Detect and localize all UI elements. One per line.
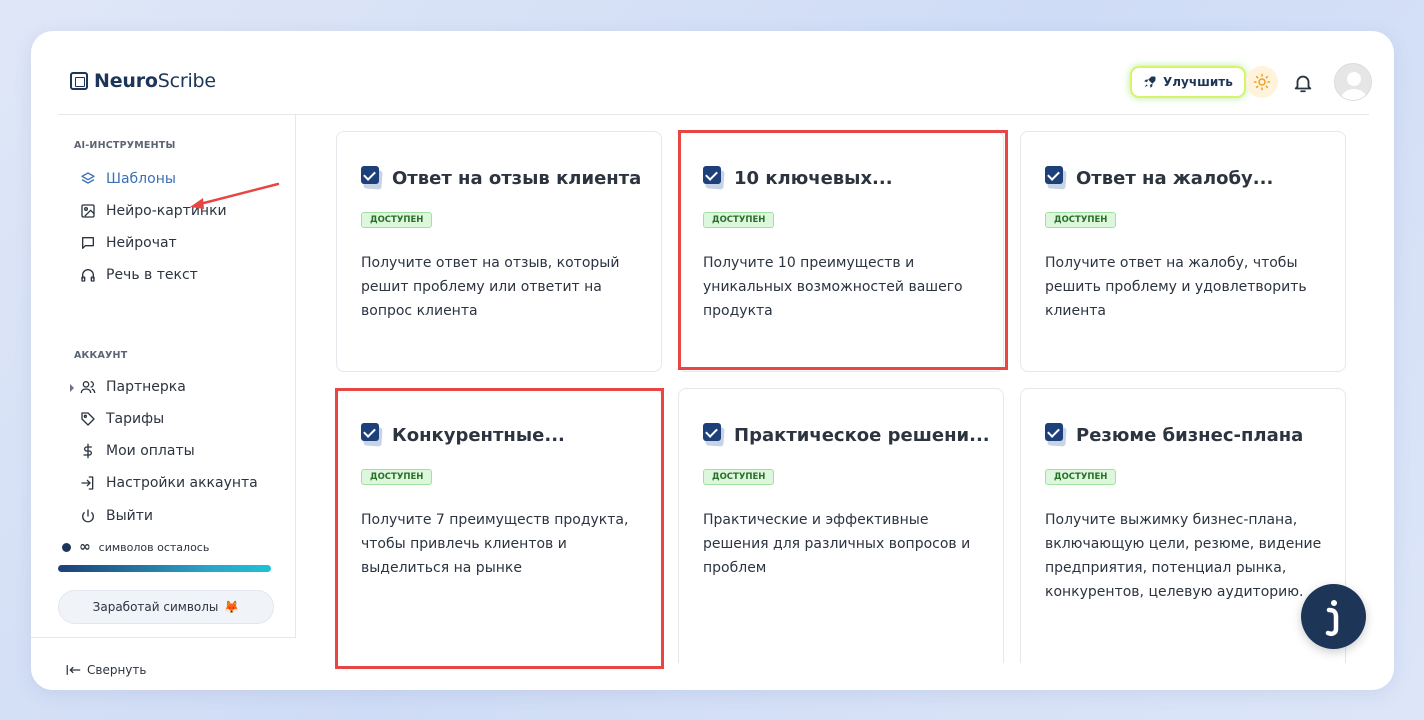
card-title: 10 ключевых... bbox=[734, 167, 893, 189]
credits-progress-bar bbox=[58, 565, 271, 572]
user-avatar-icon bbox=[1340, 72, 1368, 100]
power-icon bbox=[82, 509, 94, 523]
templates-grid: Ответ на отзыв клиента ДОСТУПЕН Получите… bbox=[297, 115, 1369, 663]
chat-assistant-button[interactable] bbox=[1301, 584, 1366, 649]
template-card[interactable]: Ответ на жалобу... ДОСТУПЕН Получите отв… bbox=[1020, 131, 1346, 372]
status-badge: ДОСТУПЕН bbox=[1045, 469, 1117, 485]
status-badge: ДОСТУПЕН bbox=[361, 212, 433, 228]
template-card[interactable]: 10 ключевых... ДОСТУПЕН Получите 10 преи… bbox=[678, 131, 1004, 372]
checkbox-icon bbox=[703, 423, 725, 447]
sidebar-item-neurochat[interactable]: Нейрочат bbox=[80, 235, 177, 251]
credits-remaining: ∞ символов осталось bbox=[62, 539, 209, 555]
sidebar-item-neuro-images[interactable]: Нейро-картинки bbox=[80, 203, 227, 219]
status-badge: ДОСТУПЕН bbox=[703, 212, 775, 228]
login-icon bbox=[81, 476, 94, 490]
avatar[interactable] bbox=[1334, 63, 1372, 101]
sidebar-item-payments[interactable]: Мои оплаты bbox=[80, 443, 195, 459]
headphones-icon bbox=[81, 269, 95, 282]
sidebar-item-account-settings[interactable]: Настройки аккаунта bbox=[80, 475, 258, 491]
sidebar-item-speech-to-text[interactable]: Речь в текст bbox=[80, 267, 198, 283]
card-title: Конкурентные... bbox=[392, 424, 565, 446]
card-description: Получите 7 преимуществ продукта, чтобы п… bbox=[361, 512, 629, 576]
app-window: NeuroScribe Улучшить AI-ИНСТРУМЕНТЫ Шабл… bbox=[31, 31, 1394, 690]
sun-icon bbox=[1253, 73, 1271, 91]
upgrade-button[interactable]: Улучшить bbox=[1130, 66, 1246, 98]
chat-icon bbox=[82, 237, 94, 249]
card-description: Получите выжимку бизнес-плана, включающу… bbox=[1045, 512, 1322, 600]
checkbox-icon bbox=[361, 166, 383, 190]
checkbox-icon bbox=[1045, 166, 1067, 190]
earn-credits-button[interactable]: Заработай символы 🦊 bbox=[58, 590, 274, 624]
sidebar-footer: Свернуть bbox=[31, 637, 296, 690]
theme-toggle-button[interactable] bbox=[1246, 66, 1278, 98]
checkbox-icon bbox=[361, 423, 383, 447]
card-description: Получите 10 преимуществ и уникальных воз… bbox=[703, 255, 963, 319]
sidebar-item-label: Нейрочат bbox=[106, 235, 177, 251]
sidebar-item-label: Выйти bbox=[106, 508, 154, 524]
sidebar-item-label: Шаблоны bbox=[106, 171, 176, 187]
top-header: NeuroScribe Улучшить bbox=[58, 31, 1372, 115]
sidebar-item-logout[interactable]: Выйти bbox=[80, 508, 153, 524]
checkbox-icon bbox=[1045, 423, 1067, 447]
card-description: Практические и эффективные решения для р… bbox=[703, 512, 971, 576]
template-card[interactable]: Ответ на отзыв клиента ДОСТУПЕН Получите… bbox=[336, 131, 662, 372]
section-label-tools: AI-ИНСТРУМЕНТЫ bbox=[74, 140, 176, 151]
expand-caret-icon[interactable] bbox=[70, 384, 74, 392]
sidebar-item-tariffs[interactable]: Тарифы bbox=[80, 411, 164, 427]
card-title: Практическое решени... bbox=[734, 424, 990, 446]
bell-icon[interactable] bbox=[1292, 71, 1314, 95]
upgrade-label: Улучшить bbox=[1163, 75, 1233, 89]
template-card[interactable]: Конкурентные... ДОСТУПЕН Получите 7 преи… bbox=[336, 388, 662, 663]
image-icon bbox=[81, 204, 95, 218]
users-icon bbox=[80, 381, 96, 394]
logo-icon bbox=[70, 72, 88, 90]
sidebar-item-templates[interactable]: Шаблоны bbox=[80, 171, 176, 187]
credits-text: символов осталось bbox=[98, 540, 210, 554]
earn-label: Заработай символы bbox=[92, 600, 219, 614]
sidebar-item-label: Тарифы bbox=[106, 411, 165, 427]
rocket-icon bbox=[1144, 76, 1156, 88]
sidebar-item-label: Речь в текст bbox=[106, 267, 198, 283]
collapse-arrow-icon bbox=[66, 665, 81, 675]
collapse-label: Свернуть bbox=[87, 663, 147, 677]
sidebar-item-label: Мои оплаты bbox=[106, 443, 195, 459]
infinity-symbol: ∞ bbox=[79, 539, 91, 555]
status-badge: ДОСТУПЕН bbox=[1045, 212, 1117, 228]
fox-icon: 🦊 bbox=[224, 600, 240, 614]
checkbox-icon bbox=[703, 166, 725, 190]
sidebar-item-partner[interactable]: Партнерка bbox=[80, 379, 186, 395]
section-label-account: АККАУНТ bbox=[74, 350, 128, 361]
card-title: Ответ на отзыв клиента bbox=[392, 167, 642, 189]
template-card[interactable]: Резюме бизнес-плана ДОСТУПЕН Получите вы… bbox=[1020, 388, 1346, 663]
card-description: Получите ответ на жалобу, чтобы решить п… bbox=[1045, 255, 1307, 319]
template-card[interactable]: Практическое решени... ДОСТУПЕН Практиче… bbox=[678, 388, 1004, 663]
logo[interactable]: NeuroScribe bbox=[70, 70, 216, 92]
dollar-icon bbox=[83, 443, 92, 459]
logo-text-regular: Scribe bbox=[157, 70, 216, 92]
tag-icon bbox=[81, 412, 95, 426]
logo-text-bold: Neuro bbox=[94, 70, 158, 92]
layers-icon bbox=[81, 172, 95, 184]
status-badge: ДОСТУПЕН bbox=[361, 469, 433, 485]
sidebar-item-label: Настройки аккаунта bbox=[106, 475, 258, 491]
status-badge: ДОСТУПЕН bbox=[703, 469, 775, 485]
sidebar-item-label: Партнерка bbox=[106, 379, 186, 395]
assistant-logo-icon bbox=[1325, 600, 1339, 637]
card-description: Получите ответ на отзыв, который решит п… bbox=[361, 255, 620, 319]
collapse-sidebar-button[interactable]: Свернуть bbox=[66, 663, 146, 677]
sidebar-item-label: Нейро-картинки bbox=[106, 203, 227, 219]
card-title: Ответ на жалобу... bbox=[1076, 167, 1274, 189]
card-title: Резюме бизнес-плана bbox=[1076, 424, 1304, 446]
credits-dot bbox=[62, 542, 71, 552]
sidebar: AI-ИНСТРУМЕНТЫ Шаблоны Нейро-картинки Не… bbox=[31, 115, 296, 690]
